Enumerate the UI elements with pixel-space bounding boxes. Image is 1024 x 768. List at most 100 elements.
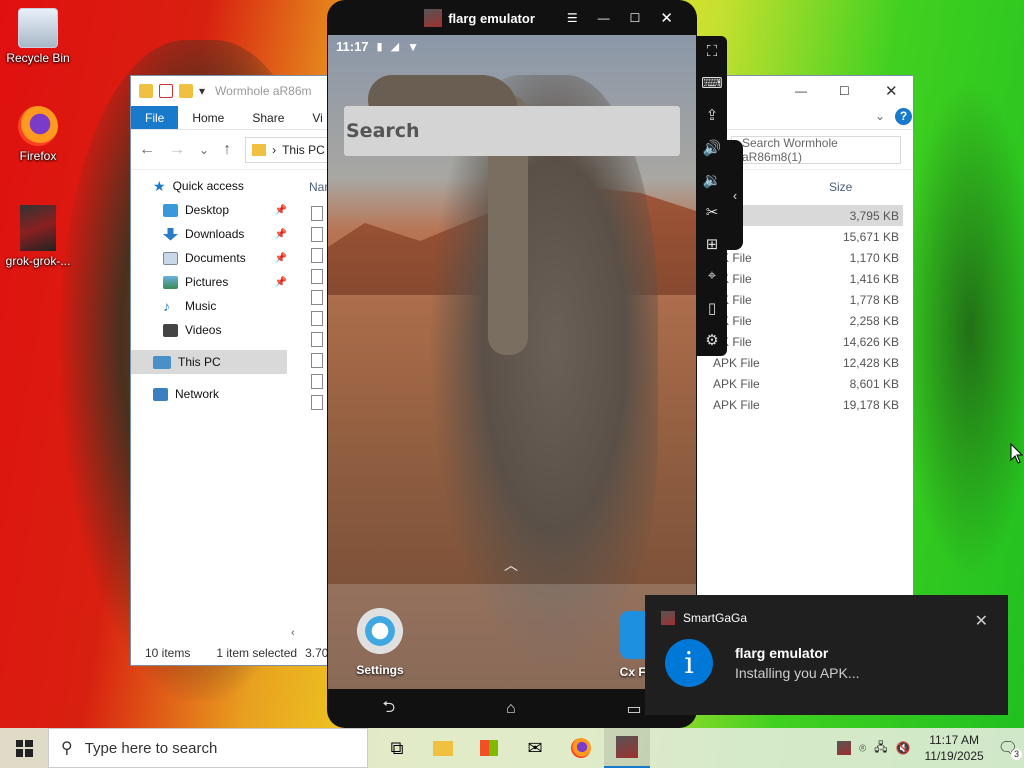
address-bar[interactable]: › This PC [245,136,336,163]
breadcrumb[interactable]: This PC [282,143,325,157]
recent-locations-icon[interactable]: ⌄ [199,143,209,157]
nav-item-network[interactable]: Network [131,382,291,406]
tab-home[interactable]: Home [178,106,238,129]
forward-button[interactable]: → [169,141,185,159]
column-header-size[interactable]: Size [829,174,852,200]
wifi-icon: ▼ [407,39,419,54]
app-drawer-chevron-icon[interactable]: ︿ [504,555,518,575]
toolbar-collapse-tab[interactable]: ‹ [727,140,743,250]
android-screen[interactable]: 11:17 ▮ ◢ ▼ Search ︿ Settings Cx Fil [328,35,696,689]
back-nav-icon[interactable]: ⮌ [382,696,395,723]
minimize-button[interactable]: — [598,11,610,25]
file-icon [311,353,323,368]
close-button[interactable]: ✕ [660,9,673,27]
notification-header: SmartGaGa [645,595,1008,625]
computer-icon [153,355,171,369]
properties-icon[interactable] [159,84,173,98]
pin-icon: 📌 [274,252,287,264]
taskbar-clock[interactable]: 11:17 AM 11/19/2025 [925,732,984,764]
store-taskbar-icon[interactable] [466,728,512,768]
tab-share[interactable]: Share [238,106,298,129]
back-button[interactable]: ← [139,141,155,159]
volume-down-icon[interactable]: 🔉 [703,171,722,189]
taskbar-search-box[interactable]: ⚲ Type here to search [48,728,368,768]
item-count: 10 items [145,646,191,660]
screenshot-scissors-icon[interactable]: ✂ [706,203,719,221]
file-size: 3,795 KB [849,208,899,223]
star-icon: ★ [153,177,166,194]
file-explorer-taskbar-icon[interactable] [420,728,466,768]
firefox-taskbar-icon[interactable] [558,728,604,768]
webcam-icon[interactable]: ⌾ [859,741,866,756]
recycle-bin-icon [18,8,58,48]
downloads-folder-icon [163,227,178,241]
table-row[interactable]: PK File 1,416 KB [701,268,903,289]
table-row[interactable]: APK File 19,178 KB [701,394,903,415]
nav-label: Music [185,299,217,313]
table-row[interactable]: PK File 2,258 KB [701,310,903,331]
nav-item-documents[interactable]: Documents 📌 [131,246,291,270]
videos-folder-icon [163,323,178,337]
nav-label: Downloads [185,227,245,241]
maximize-button[interactable]: ☐ [630,11,641,25]
close-button[interactable]: ✕ [885,82,898,100]
search-input[interactable]: Search Wormhole aR86m8(1) [731,136,901,164]
mail-icon: ✉ [527,737,543,758]
signal-icon: ◢ [390,41,400,53]
android-search-bar[interactable]: Search [344,106,680,156]
nav-item-pictures[interactable]: Pictures 📌 [131,270,291,294]
network-tray-icon[interactable]: 🖧 [874,738,887,759]
task-view-icon[interactable]: ⧉ [374,728,420,768]
nav-item-desktop[interactable]: Desktop 📌 [131,198,291,222]
keyboard-icon[interactable]: ⌨ [701,74,723,92]
expand-ribbon-icon[interactable]: ⌄ [875,109,885,123]
desktop-icon-firefox[interactable]: Firefox [0,106,76,163]
file-size: 1,416 KB [849,271,899,286]
app-settings[interactable]: Settings [350,605,410,677]
start-button[interactable] [0,728,48,768]
nav-label: Pictures [185,275,229,289]
notification-toast[interactable]: SmartGaGa ✕ i flarg emulator Installing … [645,595,1008,715]
nav-item-quick-access[interactable]: ★ Quick access [131,174,291,198]
customize-quick-access-icon[interactable]: ▾ [199,84,205,98]
nav-item-music[interactable]: ♪ Music [131,294,291,318]
recents-nav-icon[interactable]: ▭ [626,699,641,719]
fullscreen-icon[interactable]: ⛶ [707,43,718,60]
action-center-icon[interactable]: 🗨 3 [998,738,1022,760]
minimize-button[interactable]: — [795,84,807,98]
tab-file[interactable]: File [131,106,179,129]
maximize-button[interactable]: ☐ [839,84,850,98]
nav-item-downloads[interactable]: Downloads 📌 [131,222,291,246]
volume-muted-icon[interactable]: 🔇 [896,741,911,755]
mail-taskbar-icon[interactable]: ✉ [512,728,558,768]
smartgaga-tray-icon[interactable] [836,741,851,755]
close-icon[interactable]: ✕ [975,611,988,631]
breadcrumb-separator-icon: › [272,142,277,157]
nav-item-this-pc[interactable]: This PC [131,350,287,374]
battery-icon: ▮ [376,41,383,53]
help-icon[interactable]: ? [895,108,912,125]
horizontal-scrollbar[interactable]: ‹ [291,627,331,641]
install-apk-icon[interactable]: ⇪ [706,106,719,124]
multi-instance-icon[interactable]: ⊞ [706,235,719,253]
nav-item-videos[interactable]: Videos [131,318,291,342]
table-row[interactable]: PK File 14,626 KB [701,331,903,352]
table-row[interactable]: APK File 12,428 KB [701,352,903,373]
search-icon: ⚲ [61,740,73,757]
table-row[interactable]: APK File 8,601 KB [701,373,903,394]
volume-up-icon[interactable]: 🔊 [703,139,722,157]
emulator-taskbar-icon[interactable] [604,728,650,768]
table-row[interactable]: PK File 1,170 KB [701,247,903,268]
home-nav-icon[interactable]: ⌂ [506,700,516,718]
shake-icon[interactable]: ▯ [708,299,716,317]
up-button[interactable]: ↑ [223,141,231,159]
new-folder-icon[interactable] [179,84,193,98]
settings-icon[interactable]: ⚙ [705,331,718,349]
location-icon[interactable]: ⌖ [708,267,716,284]
menu-icon[interactable]: ☰ [567,11,578,25]
pin-icon: 📌 [274,228,287,240]
table-row[interactable]: PK File 1,778 KB [701,289,903,310]
desktop-icon-recycle-bin[interactable]: Recycle Bin [0,8,76,65]
desktop-icon-image[interactable]: grok-grok-... [0,205,76,268]
file-icon-column [311,206,323,416]
